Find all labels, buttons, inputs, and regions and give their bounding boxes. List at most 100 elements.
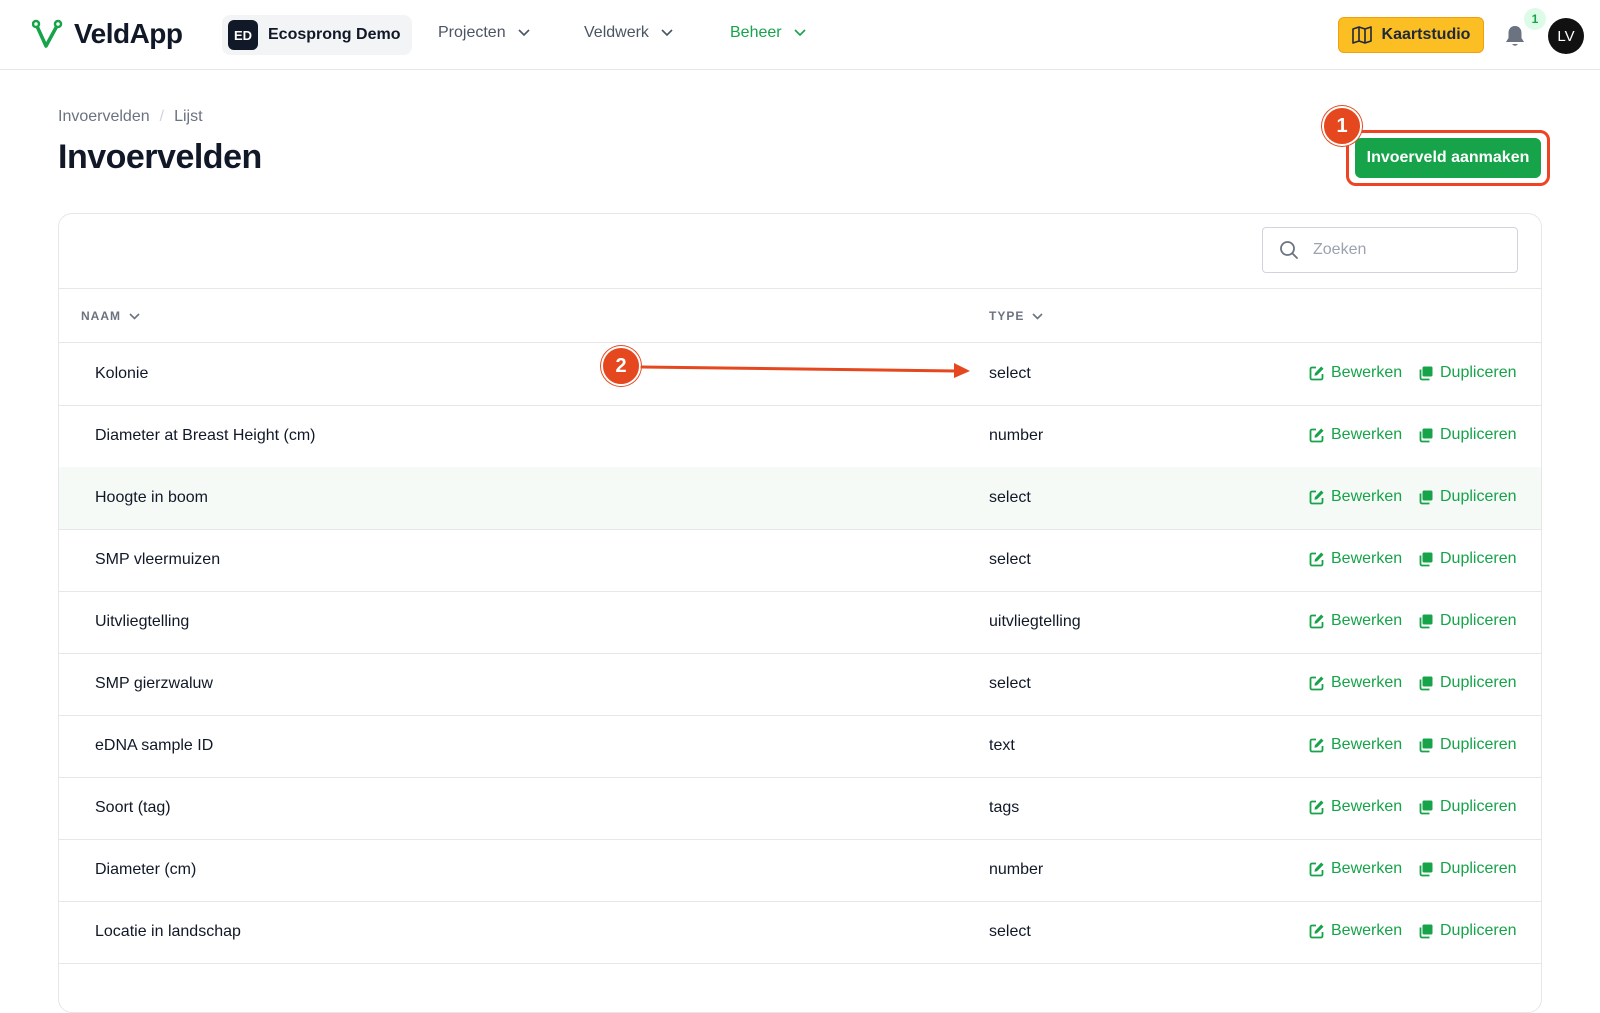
edit-button[interactable]: Bewerken: [1309, 364, 1402, 382]
bell-icon[interactable]: [1504, 24, 1526, 48]
breadcrumb-item-invoervelden[interactable]: Invoervelden: [58, 108, 150, 126]
field-name: Diameter (cm): [95, 861, 197, 878]
duplicate-button[interactable]: Dupliceren: [1418, 798, 1516, 816]
nav-projecten[interactable]: Projecten: [438, 24, 530, 42]
nav-beheer[interactable]: Beheer: [730, 24, 806, 42]
map-studio-button[interactable]: Kaartstudio: [1338, 17, 1484, 53]
edit-button[interactable]: Bewerken: [1309, 798, 1402, 816]
breadcrumb-item-lijst: Lijst: [174, 108, 203, 125]
duplicate-button[interactable]: Dupliceren: [1418, 922, 1516, 940]
edit-button[interactable]: Bewerken: [1309, 612, 1402, 630]
duplicate-button[interactable]: Dupliceren: [1418, 550, 1516, 568]
table-row: SMP vleermuizen select Bewerken Dupliceren: [59, 529, 1541, 592]
app-name: VeldApp: [74, 18, 183, 49]
table-row: SMP gierzwaluw select Bewerken Dupliceren: [59, 653, 1541, 716]
edit-icon: [1309, 800, 1324, 815]
annotation-marker-1: 1: [1322, 106, 1362, 146]
field-name: Soort (tag): [95, 799, 171, 816]
nav-veldwerk[interactable]: Veldwerk: [584, 24, 673, 42]
duplicate-icon: [1419, 676, 1433, 691]
column-header-naam[interactable]: NAAM: [81, 309, 140, 323]
duplicate-button[interactable]: Dupliceren: [1418, 488, 1516, 506]
edit-icon: [1309, 428, 1324, 443]
edit-label: Bewerken: [1331, 674, 1403, 691]
duplicate-button[interactable]: Dupliceren: [1418, 736, 1516, 754]
page-title: Invoervelden: [58, 138, 262, 176]
duplicate-button[interactable]: Dupliceren: [1418, 364, 1516, 382]
chevron-down-icon: [129, 312, 140, 320]
table-row: Diameter (cm) number Bewerken Dupliceren: [59, 839, 1541, 902]
organization-switcher[interactable]: ED Ecosprong Demo: [222, 15, 413, 55]
edit-label: Bewerken: [1331, 612, 1403, 629]
field-name: SMP vleermuizen: [95, 551, 221, 568]
duplicate-icon: [1419, 490, 1433, 505]
edit-icon: [1309, 366, 1324, 381]
field-name: eDNA sample ID: [95, 737, 214, 754]
duplicate-label: Dupliceren: [1440, 612, 1517, 629]
nav-label: Projecten: [438, 24, 506, 41]
edit-button[interactable]: Bewerken: [1309, 550, 1402, 568]
field-type: tags: [989, 799, 1020, 816]
user-avatar[interactable]: LV: [1548, 18, 1584, 54]
column-header-type[interactable]: TYPE: [989, 309, 1043, 323]
edit-label: Bewerken: [1331, 736, 1403, 753]
org-initials-badge: ED: [228, 20, 258, 50]
duplicate-button[interactable]: Dupliceren: [1418, 860, 1516, 878]
duplicate-label: Dupliceren: [1440, 364, 1517, 381]
app-logo[interactable]: VeldApp: [32, 18, 183, 50]
duplicate-button[interactable]: Dupliceren: [1418, 426, 1516, 444]
edit-button[interactable]: Bewerken: [1309, 674, 1402, 692]
edit-icon: [1309, 676, 1324, 691]
map-studio-label: Kaartstudio: [1381, 26, 1471, 43]
search-box[interactable]: [1262, 227, 1518, 273]
chevron-down-icon: [518, 29, 530, 37]
field-name: SMP gierzwaluw: [95, 675, 213, 692]
duplicate-button[interactable]: Dupliceren: [1418, 674, 1516, 692]
field-type: uitvliegtelling: [989, 613, 1081, 630]
field-name: Kolonie: [95, 365, 149, 382]
duplicate-icon: [1419, 924, 1433, 939]
edit-icon: [1309, 490, 1324, 505]
duplicate-icon: [1419, 552, 1433, 567]
edit-icon: [1309, 552, 1324, 567]
edit-icon: [1309, 862, 1324, 877]
nav-label: Veldwerk: [584, 24, 649, 41]
field-type: number: [989, 861, 1044, 878]
edit-button[interactable]: Bewerken: [1309, 860, 1402, 878]
table-row: Uitvliegtelling uitvliegtelling Bewerken Du…: [59, 591, 1541, 654]
field-type: select: [989, 551, 1031, 568]
table-row: Soort (tag) tags Bewerken Dupliceren: [59, 777, 1541, 840]
duplicate-label: Dupliceren: [1440, 798, 1517, 815]
edit-button[interactable]: Bewerken: [1309, 488, 1402, 506]
duplicate-label: Dupliceren: [1440, 736, 1517, 753]
table-row: Diameter at Breast Height (cm) number Bewe…: [59, 405, 1541, 468]
edit-label: Bewerken: [1331, 922, 1403, 939]
duplicate-icon: [1419, 738, 1433, 753]
duplicate-label: Dupliceren: [1440, 550, 1517, 567]
nav-label: Beheer: [730, 24, 782, 41]
duplicate-button[interactable]: Dupliceren: [1418, 612, 1516, 630]
field-type: number: [989, 427, 1044, 444]
duplicate-label: Dupliceren: [1440, 674, 1517, 691]
duplicate-icon: [1419, 862, 1433, 877]
annotation-arrow-icon: [640, 363, 970, 378]
field-name: Locatie in landschap: [95, 923, 241, 940]
duplicate-label: Dupliceren: [1440, 488, 1517, 505]
column-header-label: NAAM: [81, 309, 121, 323]
edit-button[interactable]: Bewerken: [1309, 736, 1402, 754]
field-name: Hoogte in boom: [95, 489, 208, 506]
chevron-down-icon: [661, 29, 673, 37]
create-input-field-button[interactable]: Invoerveld aanmaken: [1355, 138, 1541, 178]
field-type: select: [989, 675, 1031, 692]
table-row: eDNA sample ID text Bewerken Dupliceren: [59, 715, 1541, 778]
map-icon: [1351, 26, 1372, 44]
edit-button[interactable]: Bewerken: [1309, 426, 1402, 444]
edit-icon: [1309, 614, 1324, 629]
table-header: NAAM TYPE: [59, 288, 1541, 343]
duplicate-label: Dupliceren: [1440, 860, 1517, 877]
search-input[interactable]: [1313, 241, 1493, 259]
edit-label: Bewerken: [1331, 364, 1403, 381]
edit-label: Bewerken: [1331, 550, 1403, 567]
edit-button[interactable]: Bewerken: [1309, 922, 1402, 940]
edit-label: Bewerken: [1331, 798, 1403, 815]
